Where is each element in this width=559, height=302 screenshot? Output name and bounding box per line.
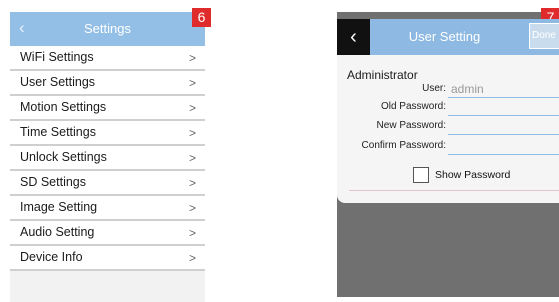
menu-item-label: Motion Settings [20,100,107,114]
menu-item-label: Audio Setting [20,225,95,239]
chevron-right-icon: > [188,101,196,115]
user-input[interactable] [448,81,559,98]
user-setting-form: Administrator User: Old Password: New Pa… [337,55,559,203]
chevron-right-icon: > [188,201,196,215]
menu-item-unlock-settings[interactable]: Unlock Settings > [10,146,205,171]
user-label: User: [422,83,446,94]
menu-item-wifi-settings[interactable]: WiFi Settings > [10,46,205,71]
menu-item-label: WiFi Settings [20,50,94,64]
show-password-checkbox[interactable] [413,167,429,183]
menu-item-label: SD Settings [20,175,87,189]
chevron-right-icon: > [188,176,196,190]
menu-item-label: Image Setting [20,200,98,214]
settings-title: Settings [84,21,131,36]
back-button[interactable]: ‹ [337,19,370,55]
settings-menu: WiFi Settings > User Settings > Motion S… [10,46,205,302]
new-password-row: New Password: [337,118,559,136]
confirm-password-label: Confirm Password: [361,140,446,151]
old-password-input[interactable] [448,99,559,116]
user-row: User: [337,81,559,99]
menu-item-image-setting[interactable]: Image Setting > [10,196,205,221]
back-icon: ‹ [350,26,357,48]
new-password-input[interactable] [448,118,559,135]
step-badge-6: 6 [192,8,211,27]
divider [349,190,559,191]
menu-item-audio-setting[interactable]: Audio Setting > [10,221,205,246]
menu-item-label: User Settings [20,75,96,89]
chevron-right-icon: > [188,151,196,165]
confirm-password-row: Confirm Password: [337,138,559,156]
menu-item-label: Unlock Settings [20,150,107,164]
menu-item-device-info[interactable]: Device Info > [10,246,205,271]
chevron-right-icon: > [188,126,196,140]
done-button[interactable]: Done [529,23,559,49]
old-password-label: Old Password: [380,101,446,112]
show-password-label[interactable]: Show Password [435,169,510,181]
administrator-label: Administrator [347,68,418,82]
menu-item-label: Device Info [20,250,83,264]
chevron-right-icon: > [188,226,196,240]
menu-item-time-settings[interactable]: Time Settings > [10,121,205,146]
user-setting-header: ‹ User Setting Done [337,19,559,55]
menu-item-sd-settings[interactable]: SD Settings > [10,171,205,196]
menu-item-user-settings[interactable]: User Settings > [10,71,205,96]
user-setting-title: User Setting [408,29,481,44]
new-password-label: New Password: [376,120,446,131]
chevron-right-icon: > [188,51,196,65]
settings-header: ‹ Settings [10,12,205,46]
menu-item-label: Time Settings [20,125,96,139]
menu-item-motion-settings[interactable]: Motion Settings > [10,96,205,121]
chevron-right-icon: > [188,251,196,265]
confirm-password-input[interactable] [448,138,559,155]
chevron-right-icon: > [188,76,196,90]
old-password-row: Old Password: [337,99,559,117]
